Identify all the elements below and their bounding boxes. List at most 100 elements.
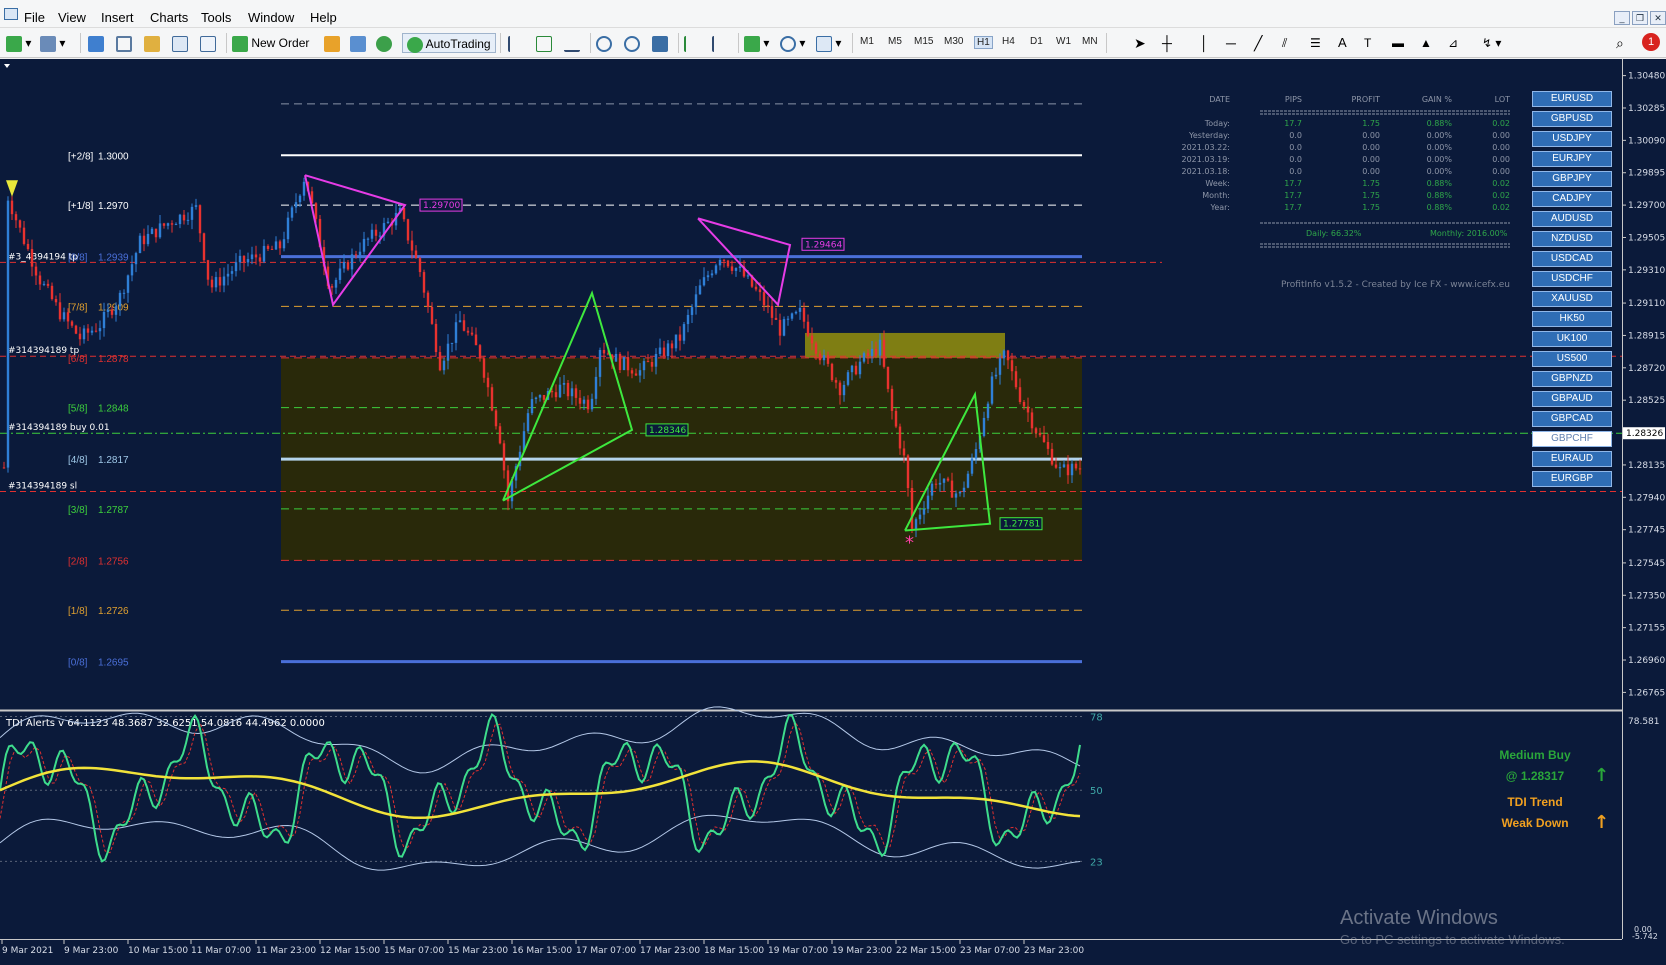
symbol-button-eurusd[interactable]: EURUSD (1532, 91, 1612, 107)
globe-icon (376, 35, 392, 52)
tf-m15[interactable]: M15 (914, 36, 933, 47)
arrows-button[interactable]: ↯ ▾ (1482, 33, 1501, 53)
chart-shift-button[interactable] (712, 33, 728, 53)
rectangle-button[interactable]: ▬ (1392, 33, 1404, 53)
symbol-button-gbpnzd[interactable]: GBPNZD (1532, 371, 1612, 387)
symbol-button-gbpjpy[interactable]: GBPJPY (1532, 171, 1612, 187)
symbol-button-hk50[interactable]: HK50 (1532, 311, 1612, 327)
murrey-level-label: [1/8] (68, 606, 88, 617)
symbol-button-eurgbp[interactable]: EURGBP (1532, 471, 1612, 487)
restore-icon[interactable]: ❐ (1632, 11, 1648, 25)
menu-help[interactable]: Help (310, 10, 337, 25)
tf-d1[interactable]: D1 (1030, 36, 1043, 47)
metaeditor-button[interactable] (324, 33, 340, 53)
vertical-line-button[interactable]: │ (1200, 33, 1209, 53)
signals-button[interactable] (350, 33, 366, 53)
notification-badge[interactable]: 1 (1642, 33, 1660, 51)
periods-button[interactable]: ▾ (780, 33, 805, 53)
symbol-button-cadjpy[interactable]: CADJPY (1532, 191, 1612, 207)
candlestick-button[interactable] (536, 33, 552, 53)
candle-body (190, 206, 194, 220)
channel-button[interactable]: ⫽ (1282, 33, 1287, 53)
templates-button[interactable]: ▾ (816, 33, 841, 53)
murrey-level-label: [7/8] (68, 302, 88, 313)
navigator-button[interactable] (144, 33, 160, 53)
symbol-button-gbpusd[interactable]: GBPUSD (1532, 111, 1612, 127)
indicator-panel[interactable] (0, 712, 1622, 938)
line-chart-button[interactable] (564, 33, 580, 53)
candle-body (338, 268, 342, 280)
triangle-button[interactable]: ▲ (1420, 33, 1432, 53)
minimize-icon[interactable]: _ (1614, 11, 1630, 25)
menu-insert[interactable]: Insert (101, 10, 134, 25)
trendline-button[interactable]: ╱ (1254, 33, 1262, 53)
profiles-button[interactable]: ▾ (40, 33, 65, 53)
candle-body (922, 508, 926, 515)
symbol-button-audusd[interactable]: AUDUSD (1532, 211, 1612, 227)
symbol-button-uk100[interactable]: UK100 (1532, 331, 1612, 347)
symbol-button-gbpchf[interactable]: GBPCHF (1532, 431, 1612, 447)
menu-view[interactable]: View (58, 10, 86, 25)
tf-m5[interactable]: M5 (888, 36, 902, 47)
candle-body (274, 241, 278, 250)
candle-body (946, 478, 950, 481)
symbol-button-xauusd[interactable]: XAUUSD (1532, 291, 1612, 307)
indicators-button[interactable]: ▾ (744, 33, 769, 53)
text-button[interactable]: A (1338, 33, 1347, 53)
menu-window[interactable]: Window (248, 10, 294, 25)
horizontal-line-button[interactable]: ─ (1226, 33, 1236, 53)
tf-h4[interactable]: H4 (1002, 36, 1015, 47)
autoscroll-button[interactable] (684, 33, 700, 53)
text-label-button[interactable]: T (1364, 33, 1371, 53)
tile-windows-button[interactable] (652, 33, 668, 53)
menu-tools[interactable]: Tools (201, 10, 231, 25)
tf-h1[interactable]: H1 (974, 36, 993, 49)
symbol-button-usdcad[interactable]: USDCAD (1532, 251, 1612, 267)
fibo-fan-button[interactable]: ⊿ (1448, 33, 1458, 53)
candle-body (830, 363, 834, 381)
autotrading-button[interactable]: AutoTrading (402, 33, 496, 53)
murrey-level-price: 1.2787 (98, 505, 129, 516)
market-watch-button[interactable] (88, 33, 104, 53)
tf-m1[interactable]: M1 (860, 36, 874, 47)
indicator-level-label: 23 (1090, 857, 1103, 868)
zoom-out-button[interactable] (624, 33, 640, 53)
symbol-button-nzdusd[interactable]: NZDUSD (1532, 231, 1612, 247)
tf-mn[interactable]: MN (1082, 36, 1098, 47)
search-button[interactable]: ⌕ (1616, 33, 1624, 53)
symbol-button-us500[interactable]: US500 (1532, 351, 1612, 367)
crosshair-button[interactable]: ┼ (1162, 33, 1172, 53)
candle-body (958, 491, 962, 494)
zoom-in-button[interactable] (596, 33, 612, 53)
murrey-level-price: 1.3000 (98, 151, 129, 162)
close-icon[interactable]: ✕ (1650, 11, 1666, 25)
fibo-button[interactable]: ☰ (1310, 33, 1321, 53)
data-window-button[interactable] (116, 33, 132, 53)
tester-button[interactable] (200, 33, 216, 53)
pattern-price-label: 1.27781 (1003, 520, 1040, 530)
menu-charts[interactable]: Charts (150, 10, 188, 25)
new-order-button[interactable]: New Order (232, 33, 309, 53)
candle-body (230, 271, 234, 274)
chart-area[interactable]: [+2/8] 1.3000 [+1/8] 1.2970 [8/8] 1.2939 [7/8]… (0, 59, 1666, 965)
tf-w1[interactable]: W1 (1056, 36, 1071, 47)
bar-chart-button[interactable] (508, 33, 524, 53)
symbol-button-eurjpy[interactable]: EURJPY (1532, 151, 1612, 167)
time-axis-label: 17 Mar 23:00 (640, 946, 700, 956)
profit-cell: 2021.03.22: (1182, 143, 1231, 152)
symbol-button-gbpcad[interactable]: GBPCAD (1532, 411, 1612, 427)
terminal-button[interactable] (172, 33, 188, 53)
chart-canvas[interactable]: [+2/8] 1.3000[+1/8] 1.2970[8/8] 1.2939[7/8]… (0, 59, 1666, 965)
fibo-icon: ☰ (1310, 36, 1321, 50)
symbol-button-euraud[interactable]: EURAUD (1532, 451, 1612, 467)
cursor-button[interactable]: ➤ (1134, 33, 1146, 53)
market-button[interactable] (376, 33, 392, 53)
symbol-button-usdchf[interactable]: USDCHF (1532, 271, 1612, 287)
new-chart-button[interactable]: ▾ (6, 33, 31, 53)
symbol-button-gbpaud[interactable]: GBPAUD (1532, 391, 1612, 407)
time-axis-label: 23 Mar 23:00 (1024, 946, 1084, 956)
symbol-button-usdjpy[interactable]: USDJPY (1532, 131, 1612, 147)
profit-header: GAIN % (1422, 95, 1453, 104)
tf-m30[interactable]: M30 (944, 36, 963, 47)
menu-file[interactable]: File (24, 10, 45, 25)
